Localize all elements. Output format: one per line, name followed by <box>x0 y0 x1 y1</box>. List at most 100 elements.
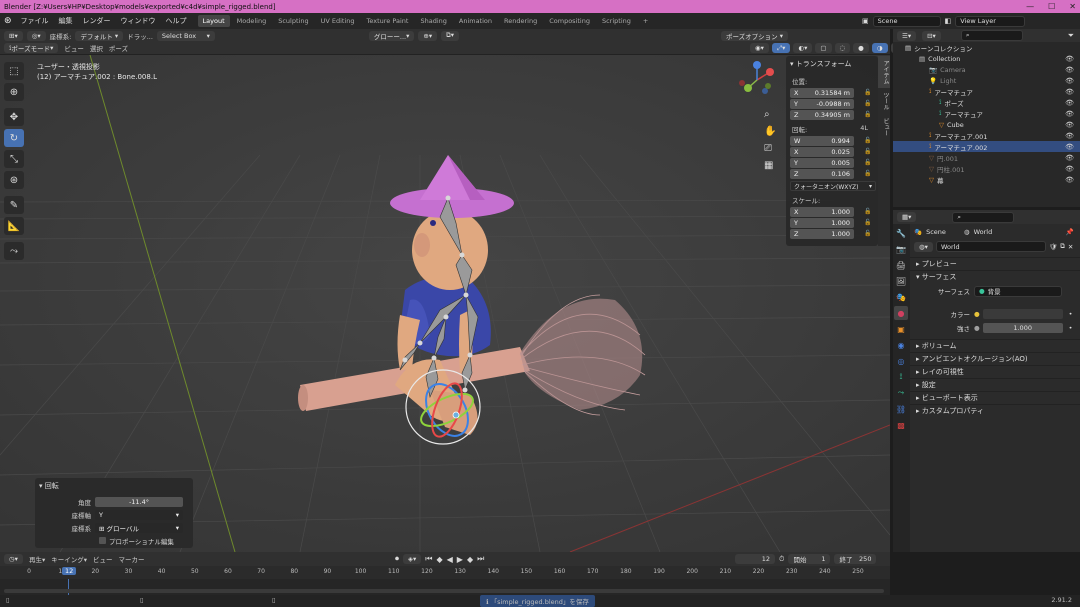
properties-search[interactable]: ⌕ <box>952 211 1015 223</box>
zoom-icon[interactable]: ⌕ <box>764 109 776 120</box>
menu-render[interactable]: レンダー <box>78 16 116 26</box>
outliner-editor-type-icon[interactable]: ☰▾ <box>897 30 917 41</box>
editor-type-icon[interactable]: ⊞▾ <box>4 30 23 41</box>
visibility-icon[interactable]: ◉▾ <box>750 43 769 53</box>
section-collapsed[interactable]: ▸ レイの可視性 <box>910 365 1080 378</box>
pivot-icon[interactable]: ⊕▾ <box>418 30 438 41</box>
visibility-eye-icon[interactable]: 👁 <box>1065 154 1074 162</box>
tab-animation[interactable]: Animation <box>454 15 497 27</box>
rotation-x-field[interactable]: X 0.025 <box>790 147 854 157</box>
texture-props-icon[interactable]: ▩ <box>894 418 908 432</box>
section-collapsed[interactable]: ▸ ボリューム <box>910 339 1080 352</box>
timeline-track[interactable] <box>0 579 890 595</box>
outliner-row[interactable]: ▤ Collection 👁 <box>893 53 1080 64</box>
visibility-eye-icon[interactable]: 👁 <box>1065 121 1074 129</box>
snap-icon[interactable]: ⧉▾ <box>441 30 459 41</box>
shading-material-icon[interactable]: ◑ <box>871 43 888 53</box>
color-socket-icon[interactable]: ● <box>974 310 980 318</box>
transform-tool-icon[interactable]: ⊛ <box>4 171 24 189</box>
menu-view[interactable]: ビュー <box>64 43 84 53</box>
operator-title-row[interactable]: ▾ 回転 <box>35 478 193 494</box>
pan-hand-icon[interactable]: ✋ <box>764 126 776 137</box>
section-collapsed[interactable]: ▸ カスタムプロパティ <box>910 404 1080 417</box>
object-props-icon[interactable]: ▣ <box>894 322 908 336</box>
xray-icon[interactable]: ▢ <box>815 43 832 53</box>
annotate-tool-icon[interactable]: ✎ <box>4 196 24 214</box>
outliner-row[interactable]: ⟟ アーマチュア 👁 <box>893 108 1080 119</box>
outliner-row[interactable]: ⟟ アーマチュア.001 👁 <box>893 130 1080 141</box>
visibility-eye-icon[interactable]: 👁 <box>1065 143 1074 151</box>
outliner-row[interactable]: 📷 Camera 👁 <box>893 64 1080 75</box>
pose-tool-icon[interactable]: ⤳ <box>4 242 24 260</box>
location-z-field[interactable]: Z 0.34905 m <box>790 110 854 120</box>
end-frame-field[interactable]: 終了 250 <box>834 554 877 564</box>
proportional-checkbox[interactable] <box>99 537 106 544</box>
pose-options-dropdown[interactable]: ポーズオプション ▾ <box>721 30 789 41</box>
add-workspace-icon[interactable]: + <box>638 15 653 27</box>
visibility-eye-icon[interactable]: 👁 <box>1065 77 1074 85</box>
outliner-row[interactable]: ▽ 幕 👁 <box>893 174 1080 185</box>
unlink-icon[interactable]: ✕ <box>1068 243 1073 251</box>
lock-icon[interactable]: 🔓 <box>864 89 871 96</box>
section-surface[interactable]: ▾ サーフェス <box>910 270 1080 283</box>
outliner-row[interactable]: ▽ 円柱.001 👁 <box>893 163 1080 174</box>
tab-view[interactable]: ビュー <box>878 114 890 140</box>
strength-anim-dot[interactable]: • <box>1069 324 1073 332</box>
next-key-icon[interactable]: ◆ <box>467 555 473 564</box>
visibility-eye-icon[interactable]: 👁 <box>1065 165 1074 173</box>
rotation-mode-dropdown[interactable]: クォータニオン(WXYZ) ▾ <box>790 181 876 191</box>
outliner-row[interactable]: ⟟ アーマチュア.002 👁 <box>893 141 1080 152</box>
move-tool-icon[interactable]: ✥ <box>4 108 24 126</box>
tool-settings-icon[interactable]: ◎▾ <box>26 30 46 41</box>
location-x-field[interactable]: X 0.31584 m <box>790 88 854 98</box>
rotate-tool-icon[interactable]: ↻ <box>4 129 24 147</box>
scale-x-field[interactable]: X 1.000 <box>790 207 854 217</box>
duplicate-icon[interactable]: ⧉ <box>1060 242 1065 251</box>
tool-props-icon[interactable]: 🔧 <box>894 226 908 240</box>
view-layer-selector[interactable]: View Layer <box>955 15 1026 27</box>
tab-rendering[interactable]: Rendering <box>499 15 542 27</box>
overlay-icon[interactable]: ◐▾ <box>793 43 813 53</box>
section-collapsed[interactable]: ▸ アンビエントオクルージョン(AO) <box>910 352 1080 365</box>
strength-socket-icon[interactable]: ● <box>974 324 980 332</box>
close-icon[interactable]: ✕ <box>1069 2 1076 11</box>
menu-keying[interactable]: キーイング▾ <box>51 554 87 564</box>
scene-collection-row[interactable]: ▤ シーンコレクション <box>893 42 1080 53</box>
tab-modeling[interactable]: Modeling <box>232 15 272 27</box>
lock-icon[interactable]: 🔓 <box>864 100 871 107</box>
section-collapsed[interactable]: ▸ ビューポート表示 <box>910 391 1080 404</box>
lock-icon[interactable]: 🔓 <box>864 159 871 166</box>
start-frame-field[interactable]: 開始 1 <box>788 554 831 564</box>
bone-constraint-icon[interactable]: ⛓ <box>894 402 908 416</box>
color-swatch[interactable] <box>982 309 1063 319</box>
select-box-tool-icon[interactable]: ⬚ <box>4 62 24 80</box>
angle-field[interactable]: -11.4° <box>95 496 183 507</box>
menu-edit[interactable]: 編集 <box>54 16 78 26</box>
constraints-props-icon[interactable]: ◎ <box>894 354 908 368</box>
shading-wire-icon[interactable]: ◌ <box>834 43 851 53</box>
measure-tool-icon[interactable]: 📐 <box>4 217 24 235</box>
play-reverse-icon[interactable]: ◀ <box>447 555 453 564</box>
bone-props-icon[interactable]: ⤳ <box>894 386 908 400</box>
pin-icon[interactable]: 📌 <box>1066 228 1074 236</box>
tab-layout[interactable]: Layout <box>197 15 230 27</box>
menu-help[interactable]: ヘルプ <box>161 16 192 26</box>
visibility-eye-icon[interactable]: 👁 <box>1065 66 1074 74</box>
physics-props-icon[interactable]: ◉ <box>894 338 908 352</box>
outliner-row[interactable]: ⟟ ポーズ 👁 <box>893 97 1080 108</box>
keying-set-icon[interactable]: ◈▾ <box>403 554 422 564</box>
render-props-icon[interactable]: 📷 <box>894 242 908 256</box>
outliner-row[interactable]: ▽ 円.001 👁 <box>893 152 1080 163</box>
tab-uv-editing[interactable]: UV Editing <box>316 15 360 27</box>
fake-user-icon[interactable]: 🛡 <box>1049 243 1057 251</box>
scale-tool-icon[interactable]: ⤡ <box>4 150 24 168</box>
world-browse-icon[interactable]: ◍▾ <box>914 241 933 252</box>
outliner-row[interactable]: ▽ Cube 👁 <box>893 119 1080 130</box>
tab-sculpting[interactable]: Sculpting <box>273 15 313 27</box>
outliner-row[interactable]: ⟟ アーマチュア 👁 <box>893 86 1080 97</box>
visibility-eye-icon[interactable]: 👁 <box>1065 88 1074 96</box>
view-layer-props-icon[interactable]: 🖼 <box>894 274 908 288</box>
visibility-eye-icon[interactable]: 👁 <box>1065 99 1074 107</box>
surface-shader-field[interactable]: ● 背景 <box>974 285 1062 297</box>
data-props-icon[interactable]: ⟟ <box>894 370 908 384</box>
